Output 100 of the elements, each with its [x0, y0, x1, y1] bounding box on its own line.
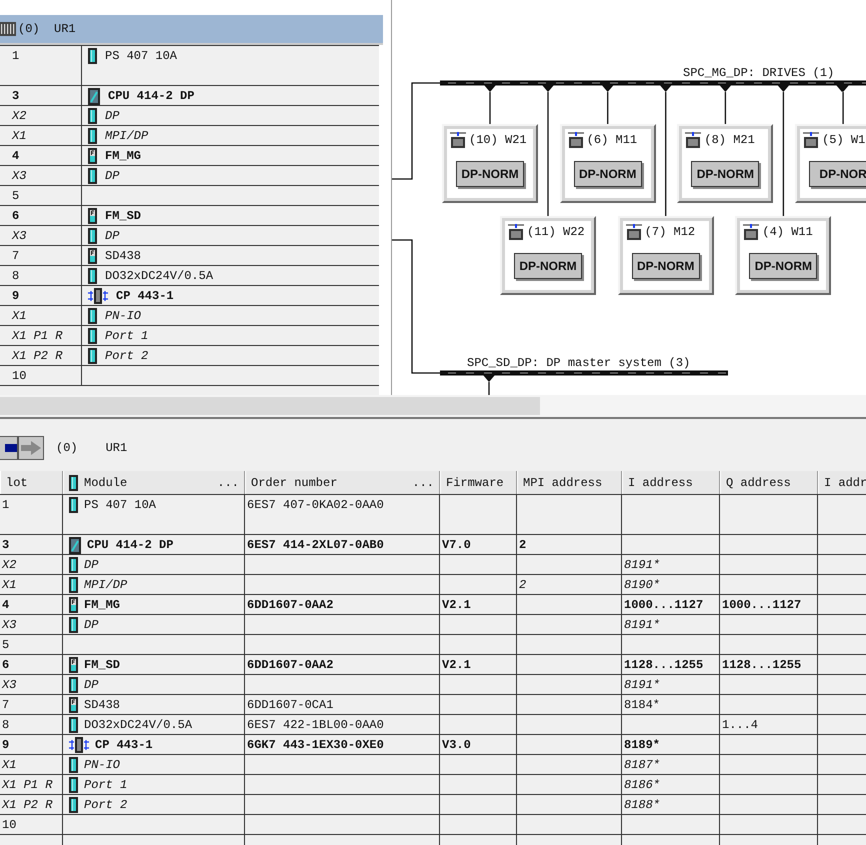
- table-cell: 8191*: [624, 557, 660, 573]
- rack-name: UR1: [106, 440, 128, 457]
- column-header[interactable]: MPI address: [517, 471, 622, 494]
- column-header[interactable]: Q address: [720, 471, 818, 494]
- connector-line: [489, 92, 491, 124]
- module-name[interactable]: CP 443-1: [116, 288, 174, 304]
- back-button[interactable]: [0, 436, 18, 460]
- table-cell: 1000...1127: [722, 597, 802, 613]
- cpu-module-icon: [88, 88, 100, 105]
- table-cell: 6DD1607-0AA2: [247, 657, 334, 673]
- slave-device-icon: [803, 132, 820, 148]
- connector-line: [488, 382, 490, 395]
- module-icon: [88, 308, 97, 324]
- module-icon: [69, 757, 78, 773]
- forward-button[interactable]: [18, 436, 44, 460]
- module-name[interactable]: FM_SD: [105, 208, 142, 224]
- table-cell: SD438: [84, 697, 120, 713]
- table-cell: 5: [2, 637, 10, 653]
- module-icon: [88, 268, 97, 284]
- table-cell: 8191*: [624, 677, 660, 693]
- slot-label: 1: [12, 48, 20, 64]
- table-cell: 10: [2, 817, 16, 833]
- table-cell: 6ES7 414-2XL07-0AB0: [247, 537, 384, 553]
- module-icon: [69, 474, 78, 490]
- network-module-icon: [69, 737, 89, 753]
- module-name[interactable]: DO32xDC24V/0.5A: [105, 268, 214, 284]
- network-module-icon: [88, 288, 108, 304]
- table-cell: PN-IO: [84, 757, 120, 773]
- table-cell: X1: [2, 757, 16, 773]
- module-icon: [69, 557, 78, 573]
- table-cell: 8187*: [624, 757, 660, 773]
- function-module-icon: [69, 697, 78, 713]
- scroll-thumb[interactable]: [0, 397, 540, 415]
- column-header[interactable]: I addr: [818, 471, 866, 494]
- slave-node[interactable]: (8) M21 DP-NORM: [677, 124, 774, 203]
- table-cell: 6DD1607-0CA1: [247, 697, 334, 713]
- device-label: (8) M21: [704, 132, 755, 149]
- slave-node[interactable]: (10) W21 DP-NORM: [442, 124, 538, 203]
- slot-label: 8: [12, 268, 20, 284]
- table-cell: 8191*: [624, 617, 660, 633]
- table-cell: 8190*: [624, 577, 660, 593]
- slot-label: 10: [12, 368, 26, 384]
- column-header[interactable]: Firmware: [440, 471, 517, 494]
- function-module-icon: [69, 597, 78, 613]
- table-cell: FM_MG: [84, 597, 120, 613]
- slave-node[interactable]: (7) M12 DP-NORM: [618, 216, 714, 295]
- slave-device-icon: [685, 132, 702, 148]
- module-name[interactable]: DP: [105, 228, 120, 244]
- column-header[interactable]: Module ...: [63, 471, 245, 494]
- slave-device-icon: [450, 132, 466, 148]
- module-name[interactable]: Port 1: [105, 328, 148, 344]
- module-name[interactable]: PS 407 10A: [105, 48, 178, 64]
- module-name[interactable]: SD438: [105, 248, 142, 264]
- table-cell: 6DD1607-0AA2: [247, 597, 334, 613]
- table-cell: MPI/DP: [84, 577, 128, 593]
- module-icon: [88, 48, 97, 64]
- table-cell: 6: [2, 657, 10, 673]
- connector-line: [724, 92, 726, 124]
- table-cell: 6GK7 443-1EX30-0XE0: [247, 737, 384, 753]
- module-name[interactable]: DP: [105, 108, 120, 124]
- device-label: (10) W21: [469, 132, 527, 149]
- module-name[interactable]: DP: [105, 168, 120, 184]
- table-cell: 4: [2, 597, 10, 613]
- slave-node[interactable]: (6) M11 DP-NORM: [560, 124, 656, 203]
- module-icon: [88, 228, 97, 244]
- column-header[interactable]: Order number ...: [245, 471, 440, 494]
- table-cell: X3: [2, 617, 16, 633]
- column-header[interactable]: I address: [622, 471, 720, 494]
- slot-label: 4: [12, 148, 20, 164]
- status-badge: DP-NORM: [691, 160, 760, 186]
- table-cell: CPU 414-2 DP: [87, 537, 174, 553]
- table-cell: 1: [2, 497, 10, 513]
- module-name[interactable]: PN-IO: [105, 308, 142, 324]
- slave-node[interactable]: (11) W22 DP-NORM: [500, 216, 596, 295]
- column-menu[interactable]: ...: [412, 474, 434, 492]
- slave-node[interactable]: (4) W11 DP-NORM: [735, 216, 832, 295]
- slot-label: 5: [12, 188, 20, 204]
- table-cell: 8184*: [624, 697, 660, 713]
- module-name[interactable]: FM_MG: [105, 148, 142, 164]
- rack-number: (0): [56, 440, 78, 457]
- module-icon: [88, 108, 97, 124]
- slot-label: 6: [12, 208, 20, 224]
- table-cell: PS 407 10A: [84, 497, 156, 513]
- module-name[interactable]: Port 2: [105, 348, 148, 364]
- column-menu[interactable]: ...: [217, 474, 239, 492]
- module-name[interactable]: MPI/DP: [105, 128, 148, 144]
- column-header[interactable]: lot: [0, 471, 63, 494]
- table-cell: 1...4: [722, 717, 758, 733]
- table-cell: V7.0: [442, 537, 471, 553]
- table-cell: 6ES7 407-0KA02-0AA0: [247, 497, 384, 513]
- table-cell: V3.0: [442, 737, 471, 753]
- table-cell: 3: [2, 537, 10, 553]
- table-cell: 2: [519, 577, 526, 593]
- table-cell: DP: [84, 617, 98, 633]
- table-cell: 8: [2, 717, 10, 733]
- table-cell: 8189*: [624, 737, 660, 753]
- cpu-module-icon: [69, 537, 81, 554]
- module-name[interactable]: CPU 414-2 DP: [108, 88, 194, 104]
- slot-label: 3: [12, 88, 20, 104]
- table-cell: X2: [2, 557, 16, 573]
